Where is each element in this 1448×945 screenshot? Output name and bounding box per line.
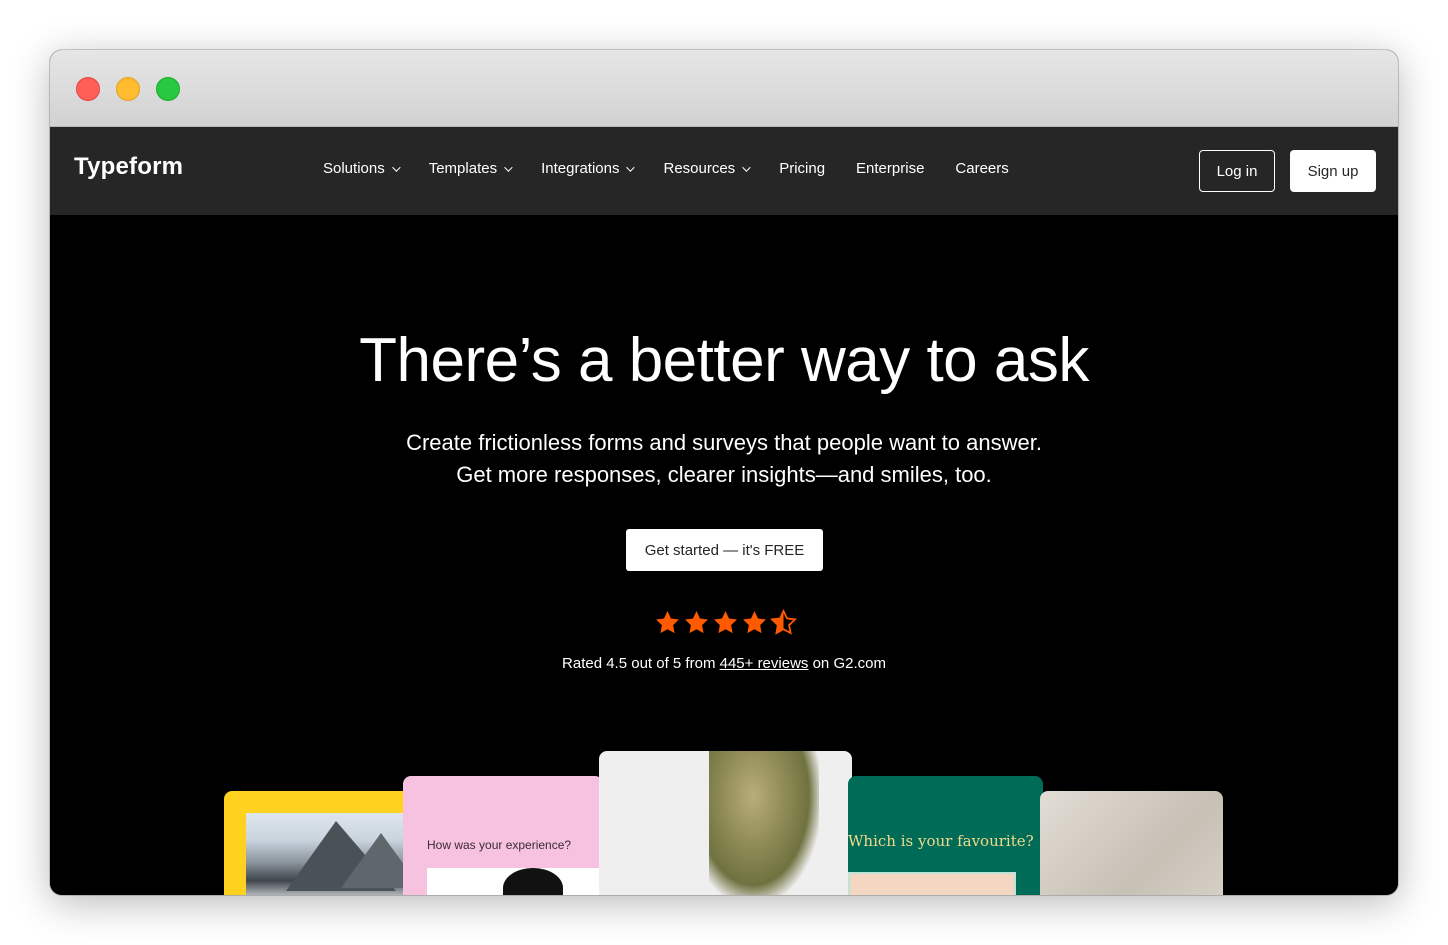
- template-card-plant[interactable]: [599, 751, 852, 895]
- nav-item-resources[interactable]: Resources: [663, 160, 751, 177]
- half-star-icon: [770, 609, 797, 635]
- card-question: How was your experience?: [427, 838, 572, 852]
- card-question: Which is your favourite?: [848, 832, 1034, 850]
- nav-item-pricing[interactable]: Pricing: [779, 160, 825, 177]
- top-navigation: Typeform Solutions Templates Integration…: [50, 127, 1398, 215]
- star-icon: [743, 611, 766, 634]
- chevron-down-icon: [626, 162, 636, 172]
- hero-subtitle-line-2: Get more responses, clearer insights—and…: [456, 462, 992, 487]
- hero-section: There’s a better way to ask Create frict…: [50, 215, 1398, 895]
- nav-item-careers[interactable]: Careers: [955, 160, 1008, 177]
- template-card-mountain[interactable]: [224, 791, 414, 895]
- maximize-window-button[interactable]: [156, 77, 180, 101]
- minimize-window-button[interactable]: [116, 77, 140, 101]
- chevron-down-icon: [504, 162, 513, 172]
- plant-image: [709, 751, 819, 895]
- mountain-image: [246, 813, 414, 895]
- browser-window: Typeform Solutions Templates Integration…: [50, 50, 1398, 895]
- title-bar: [50, 50, 1398, 127]
- star-icon: [685, 611, 708, 634]
- chevron-down-icon: [742, 162, 751, 172]
- rating-text: Rated 4.5 out of 5 from 445+ reviews on …: [562, 655, 886, 672]
- star-icon: [714, 611, 737, 634]
- chevron-down-icon: [391, 162, 401, 172]
- rating-stars: [654, 609, 797, 636]
- nav-item-templates[interactable]: Templates: [429, 160, 513, 177]
- hero-subtitle: Create frictionless forms and surveys th…: [50, 427, 1398, 491]
- nav-menu: Solutions Templates Integrations Resourc…: [323, 160, 1040, 177]
- typeform-logo[interactable]: Typeform: [74, 153, 183, 181]
- close-window-button[interactable]: [76, 77, 100, 101]
- template-card-favourite[interactable]: Which is your favourite?: [848, 776, 1043, 895]
- login-button[interactable]: Log in: [1199, 150, 1275, 192]
- get-started-button[interactable]: Get started — it's FREE: [626, 529, 823, 571]
- card-image: [848, 872, 1016, 895]
- reviews-link[interactable]: 445+ reviews: [720, 655, 809, 672]
- template-card-texture[interactable]: [1040, 791, 1223, 895]
- star-icon: [656, 611, 679, 634]
- hero-subtitle-line-1: Create frictionless forms and surveys th…: [406, 430, 1042, 455]
- nav-item-integrations[interactable]: Integrations: [541, 160, 636, 177]
- signup-button[interactable]: Sign up: [1290, 150, 1376, 192]
- nav-item-enterprise[interactable]: Enterprise: [856, 160, 924, 177]
- nav-item-solutions[interactable]: Solutions: [323, 160, 401, 177]
- template-card-experience[interactable]: How was your experience?: [403, 776, 603, 895]
- hero-headline: There’s a better way to ask: [359, 326, 1089, 395]
